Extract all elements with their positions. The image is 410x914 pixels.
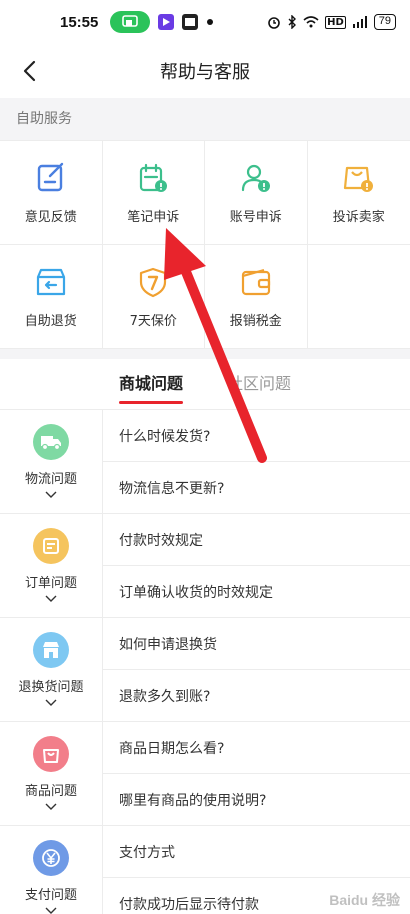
- category-return[interactable]: 退换货问题: [0, 618, 103, 721]
- chevron-down-icon: [45, 699, 57, 706]
- grid-label: 意见反馈: [24, 210, 77, 225]
- faq-question[interactable]: 什么时候发货?: [103, 410, 410, 461]
- grid-label: 笔记申诉: [127, 210, 180, 225]
- page-header: 帮助与客服: [0, 44, 410, 98]
- shop-icon: [33, 632, 69, 668]
- chevron-down-icon: [45, 595, 57, 602]
- chevron-down-icon: [45, 491, 57, 498]
- question-list: 付款时效规定 订单确认收货的时效规定: [103, 514, 410, 617]
- app-notification-icon: [158, 14, 175, 30]
- chevron-left-icon: [23, 60, 36, 82]
- faq-group-order: 订单问题 付款时效规定 订单确认收货的时效规定: [0, 514, 410, 618]
- faq-question[interactable]: 物流信息不更新?: [103, 461, 410, 513]
- empty-grid-cell: [307, 245, 410, 349]
- hd-badge: HD: [325, 15, 346, 29]
- faq-question[interactable]: 订单确认收货的时效规定: [103, 565, 410, 617]
- category-label: 商品问题: [24, 784, 77, 799]
- note-appeal-icon: [135, 160, 171, 196]
- price-protect-button[interactable]: 7天保价: [102, 245, 205, 349]
- page-title: 帮助与客服: [160, 62, 250, 82]
- account-appeal-button[interactable]: 账号申诉: [205, 141, 308, 245]
- screen-cast-icon: [110, 11, 151, 33]
- tab-community-questions[interactable]: 社区问题: [227, 370, 291, 398]
- status-time: 15:55: [60, 13, 99, 31]
- category-label: 订单问题: [24, 576, 77, 591]
- question-list: 如何申请退换货 退款多久到账?: [103, 618, 410, 721]
- complain-seller-button[interactable]: 投诉卖家: [307, 141, 410, 245]
- category-product[interactable]: 商品问题: [0, 722, 103, 825]
- faq-question[interactable]: 退款多久到账?: [103, 669, 410, 721]
- category-label: 物流问题: [24, 472, 77, 487]
- question-list: 商品日期怎么看? 哪里有商品的使用说明?: [103, 722, 410, 825]
- wifi-icon: [303, 16, 319, 28]
- baidu-watermark: Baidu 经验: [329, 892, 400, 908]
- dot-icon: [206, 18, 214, 26]
- yuan-icon: [33, 840, 69, 876]
- grid-label: 账号申诉: [229, 210, 282, 225]
- tax-refund-icon: [238, 264, 274, 300]
- chevron-down-icon: [45, 803, 57, 810]
- grid-label: 自助退货: [24, 314, 77, 329]
- category-payment[interactable]: 支付问题: [0, 826, 103, 914]
- signal-icon: [352, 16, 367, 28]
- faq-question[interactable]: 哪里有商品的使用说明?: [103, 773, 410, 825]
- section-spacer: [0, 349, 410, 359]
- account-appeal-icon: [238, 160, 274, 196]
- category-logistics[interactable]: 物流问题: [0, 410, 103, 513]
- faq-group-return: 退换货问题 如何申请退换货 退款多久到账?: [0, 618, 410, 722]
- back-button[interactable]: [12, 54, 46, 88]
- tab-mall-questions[interactable]: 商城问题: [118, 370, 184, 404]
- faq-list: 物流问题 什么时候发货? 物流信息不更新? 订单问题 付款时效规定 订单确认收货…: [0, 409, 410, 914]
- truck-icon: [33, 424, 69, 460]
- category-label: 支付问题: [24, 888, 77, 903]
- faq-question[interactable]: 付款时效规定: [103, 514, 410, 565]
- battery-icon: 79: [373, 14, 396, 30]
- question-list: 什么时候发货? 物流信息不更新?: [103, 410, 410, 513]
- faq-tabs: 商城问题 社区问题: [0, 359, 410, 409]
- self-service-section-title: 自助服务: [0, 98, 410, 140]
- tax-refund-button[interactable]: 报销税金: [205, 245, 308, 349]
- faq-question[interactable]: 商品日期怎么看?: [103, 722, 410, 773]
- alarm-icon: [268, 17, 280, 29]
- feedback-icon: [33, 160, 69, 196]
- order-icon: [33, 528, 69, 564]
- self-return-button[interactable]: 自助退货: [0, 245, 103, 349]
- grid-label: 报销税金: [229, 314, 282, 329]
- grid-label: 投诉卖家: [332, 210, 385, 225]
- faq-question[interactable]: 支付方式: [103, 826, 410, 877]
- faq-question[interactable]: 如何申请退换货: [103, 618, 410, 669]
- faq-group-logistics: 物流问题 什么时候发货? 物流信息不更新?: [0, 410, 410, 514]
- bag-icon: [33, 736, 69, 772]
- self-service-grid: 意见反馈 笔记申诉 账号申诉 投诉卖家 自助退货 7天保价 报销税金: [0, 140, 410, 349]
- status-bar: 15:55 HD 79: [0, 0, 410, 44]
- complain-seller-icon: [341, 160, 377, 196]
- category-label: 退换货问题: [18, 680, 84, 695]
- note-appeal-button[interactable]: 笔记申诉: [102, 141, 205, 245]
- grid-label: 7天保价: [129, 314, 177, 329]
- category-order[interactable]: 订单问题: [0, 514, 103, 617]
- chevron-down-icon: [45, 907, 57, 914]
- self-return-icon: [33, 264, 69, 300]
- faq-group-product: 商品问题 商品日期怎么看? 哪里有商品的使用说明?: [0, 722, 410, 826]
- app-notification-icon-2: [182, 14, 199, 30]
- status-icons: HD 79: [267, 14, 396, 30]
- feedback-button[interactable]: 意见反馈: [0, 141, 103, 245]
- price-protect-icon: [135, 264, 171, 300]
- bluetooth-icon: [288, 15, 297, 29]
